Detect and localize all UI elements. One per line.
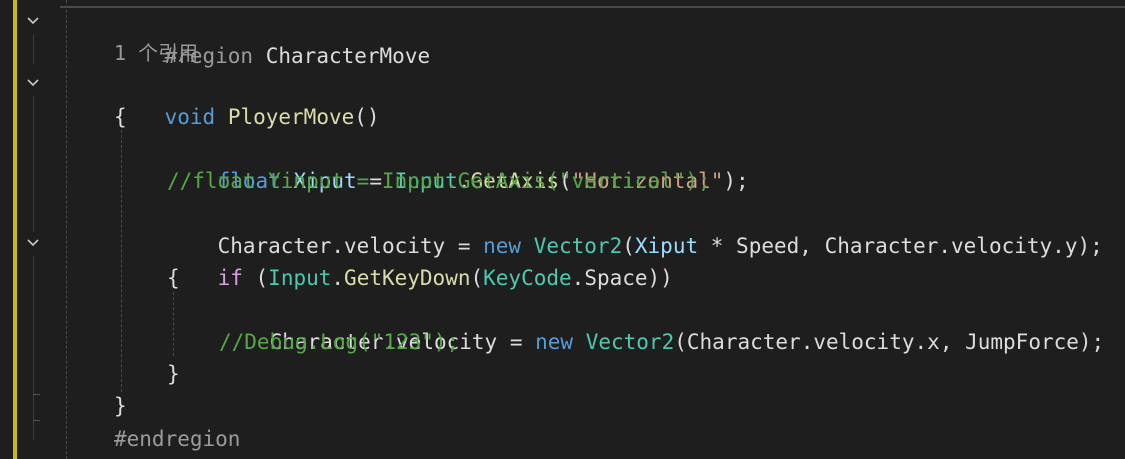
chevron-down-icon[interactable] bbox=[26, 236, 40, 250]
code-line-region[interactable]: #region CharacterMove bbox=[114, 8, 431, 68]
fold-line bbox=[33, 256, 34, 440]
code-editor[interactable]: #region CharacterMove 1 个引用 void PloyerM… bbox=[0, 0, 1125, 459]
region-name: CharacterMove bbox=[265, 44, 431, 68]
code-lens-references[interactable]: 1 个引用 bbox=[114, 37, 198, 69]
fold-end-tick bbox=[33, 394, 40, 395]
keyword: void bbox=[164, 105, 216, 129]
code-line-brace-close[interactable]: } bbox=[114, 390, 127, 422]
fold-line bbox=[33, 96, 34, 232]
change-marker-bar bbox=[13, 0, 17, 459]
editor-gutter bbox=[0, 0, 67, 459]
code-line-brace-open[interactable]: { bbox=[114, 101, 127, 133]
code-line-brace-close-inner[interactable]: } bbox=[167, 358, 180, 390]
code-line-debug-comment[interactable]: //Debug.Log("123"); bbox=[219, 326, 459, 358]
fold-line bbox=[33, 34, 34, 64]
chevron-down-icon[interactable] bbox=[26, 14, 40, 28]
code-line-jump-velocity[interactable]: Character.velocity = new Vector2(Charact… bbox=[219, 294, 1105, 354]
code-line-velocity-assign[interactable]: Character.velocity = new Vector2(Xiput *… bbox=[167, 198, 1103, 258]
code-line-brace-open-inner[interactable]: { bbox=[167, 262, 180, 294]
code-line-endregion[interactable]: #endregion bbox=[114, 423, 240, 455]
gutter-separator bbox=[66, 0, 67, 459]
code-line-if[interactable]: if (Input.GetKeyDown(KeyCode.Space)) bbox=[167, 230, 673, 290]
code-line-method-signature[interactable]: void PloyerMove() bbox=[114, 69, 380, 129]
code-line-comment[interactable]: //float Yinput = Input.GetAxis("vertical… bbox=[167, 165, 711, 197]
chevron-down-icon[interactable] bbox=[26, 76, 40, 90]
previous-line-underline bbox=[60, 0, 1125, 8]
code-line-float-decl[interactable]: float Xiput = Input.GetAxis("Horizontal"… bbox=[167, 133, 749, 193]
method-name: PloyerMove bbox=[227, 105, 355, 129]
fold-end-tick bbox=[33, 420, 40, 421]
indent-guide bbox=[121, 130, 122, 392]
